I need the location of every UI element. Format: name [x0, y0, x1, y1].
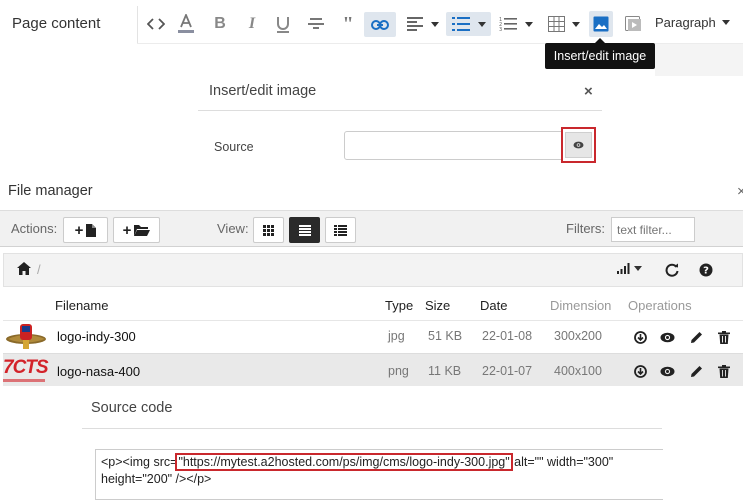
- detail-list-icon: [334, 224, 347, 236]
- column-header-dimension: Dimension: [550, 298, 612, 313]
- chevron-down-icon: [721, 20, 730, 25]
- chevron-down-icon: [477, 21, 486, 27]
- chevron-down-icon: [431, 21, 439, 27]
- close-icon[interactable]: ×: [584, 83, 593, 100]
- page-content-label: Page content: [12, 15, 101, 32]
- source-code-content: <p><img src="https://mytest.a2hosted.com…: [101, 453, 641, 488]
- highlighted-image-url: "https://mytest.a2hosted.com/ps/img/cms/…: [175, 453, 513, 471]
- code-suffix: alt="" width="300": [510, 455, 614, 469]
- refresh-icon[interactable]: [665, 263, 679, 280]
- eye-icon: [565, 132, 592, 158]
- italic-icon[interactable]: I: [242, 12, 262, 36]
- plus-icon: +: [74, 221, 84, 239]
- preview-eye-icon[interactable]: [659, 329, 675, 345]
- file-type: jpg: [388, 329, 405, 343]
- code-prefix: <p><img src=: [101, 455, 178, 469]
- upload-file-button[interactable]: +: [63, 217, 108, 243]
- chevron-down-icon: [525, 21, 533, 27]
- file-name[interactable]: logo-indy-300: [57, 329, 136, 344]
- edit-pencil-icon[interactable]: [688, 329, 704, 345]
- file-dimension: 300x200: [554, 329, 602, 343]
- file-date: 22-01-08: [482, 329, 533, 343]
- file-name[interactable]: logo-nasa-400: [57, 364, 140, 379]
- toolbar-divider: [137, 6, 138, 44]
- align-left-icon[interactable]: [403, 12, 443, 36]
- file-thumbnail: [4, 322, 49, 352]
- folder-icon: [134, 225, 151, 236]
- svg-text:3: 3: [499, 27, 502, 32]
- delete-trash-icon[interactable]: [716, 363, 732, 379]
- dialog-header-divider: [198, 110, 602, 111]
- sort-dropdown[interactable]: [617, 263, 642, 274]
- numbered-list-icon[interactable]: 123: [496, 12, 536, 36]
- grid-icon: [263, 224, 274, 236]
- image-icon[interactable]: [589, 11, 613, 37]
- file-dimension: 400x100: [554, 364, 602, 378]
- file-size: 51 KB: [428, 329, 463, 343]
- bold-icon[interactable]: B: [210, 12, 230, 36]
- dialog-title: Insert/edit image: [209, 83, 317, 99]
- list-view-button[interactable]: [289, 217, 320, 243]
- bullet-list-icon[interactable]: [446, 12, 491, 36]
- toolbar-overflow-area: [655, 44, 743, 76]
- filters-label: Filters:: [566, 221, 605, 236]
- browse-source-button[interactable]: [561, 127, 596, 163]
- chevron-down-icon: [634, 266, 642, 271]
- code-icon[interactable]: [145, 12, 167, 36]
- strikethrough-icon[interactable]: [306, 12, 326, 36]
- file-manager-title: File manager: [8, 183, 93, 199]
- file-date: 22-01-07: [482, 364, 533, 378]
- media-icon[interactable]: [622, 12, 644, 36]
- list-icon: [298, 224, 311, 236]
- home-icon[interactable]: [17, 262, 31, 278]
- file-type: png: [388, 364, 409, 378]
- column-header-size[interactable]: Size: [425, 298, 450, 313]
- file-thumbnail: 7CTS: [3, 358, 49, 384]
- edit-pencil-icon[interactable]: [688, 363, 704, 379]
- actions-label: Actions:: [11, 221, 58, 236]
- file-icon: [86, 223, 97, 237]
- blockquote-icon[interactable]: ": [338, 12, 358, 36]
- column-header-operations: Operations: [628, 298, 692, 313]
- delete-trash-icon[interactable]: [716, 329, 732, 345]
- link-icon[interactable]: [364, 12, 396, 37]
- help-icon[interactable]: ?: [699, 263, 713, 280]
- chevron-down-icon: [572, 21, 580, 27]
- image-button-tooltip: Insert/edit image: [545, 38, 655, 69]
- breadcrumb-separator: /: [37, 262, 41, 277]
- detail-view-button[interactable]: [325, 217, 356, 243]
- source-code-title: Source code: [91, 400, 173, 416]
- close-icon[interactable]: ×: [737, 183, 743, 200]
- svg-text:?: ?: [703, 266, 709, 277]
- source-url-input[interactable]: [344, 131, 562, 160]
- source-code-divider: [82, 428, 662, 429]
- code-line-2: height="200" /></p>: [101, 472, 212, 486]
- view-label: View:: [217, 221, 249, 236]
- preview-eye-icon[interactable]: [659, 363, 675, 379]
- column-header-type[interactable]: Type: [385, 298, 413, 313]
- sort-bars-icon: [617, 263, 630, 274]
- paragraph-format-dropdown[interactable]: Paragraph: [655, 15, 730, 30]
- file-size: 11 KB: [428, 364, 462, 378]
- text-filter-input[interactable]: [611, 217, 695, 242]
- table-icon[interactable]: [546, 12, 582, 36]
- download-icon[interactable]: [632, 363, 648, 379]
- grid-view-button[interactable]: [253, 217, 284, 243]
- text-color-icon[interactable]: [175, 12, 197, 36]
- paragraph-label: Paragraph: [655, 15, 716, 30]
- create-folder-button[interactable]: +: [113, 217, 160, 243]
- underline-icon[interactable]: [273, 12, 293, 36]
- column-header-filename[interactable]: Filename: [55, 298, 108, 313]
- download-icon[interactable]: [632, 329, 648, 345]
- column-header-date[interactable]: Date: [480, 298, 507, 313]
- source-label: Source: [214, 140, 254, 154]
- plus-icon: +: [122, 221, 132, 239]
